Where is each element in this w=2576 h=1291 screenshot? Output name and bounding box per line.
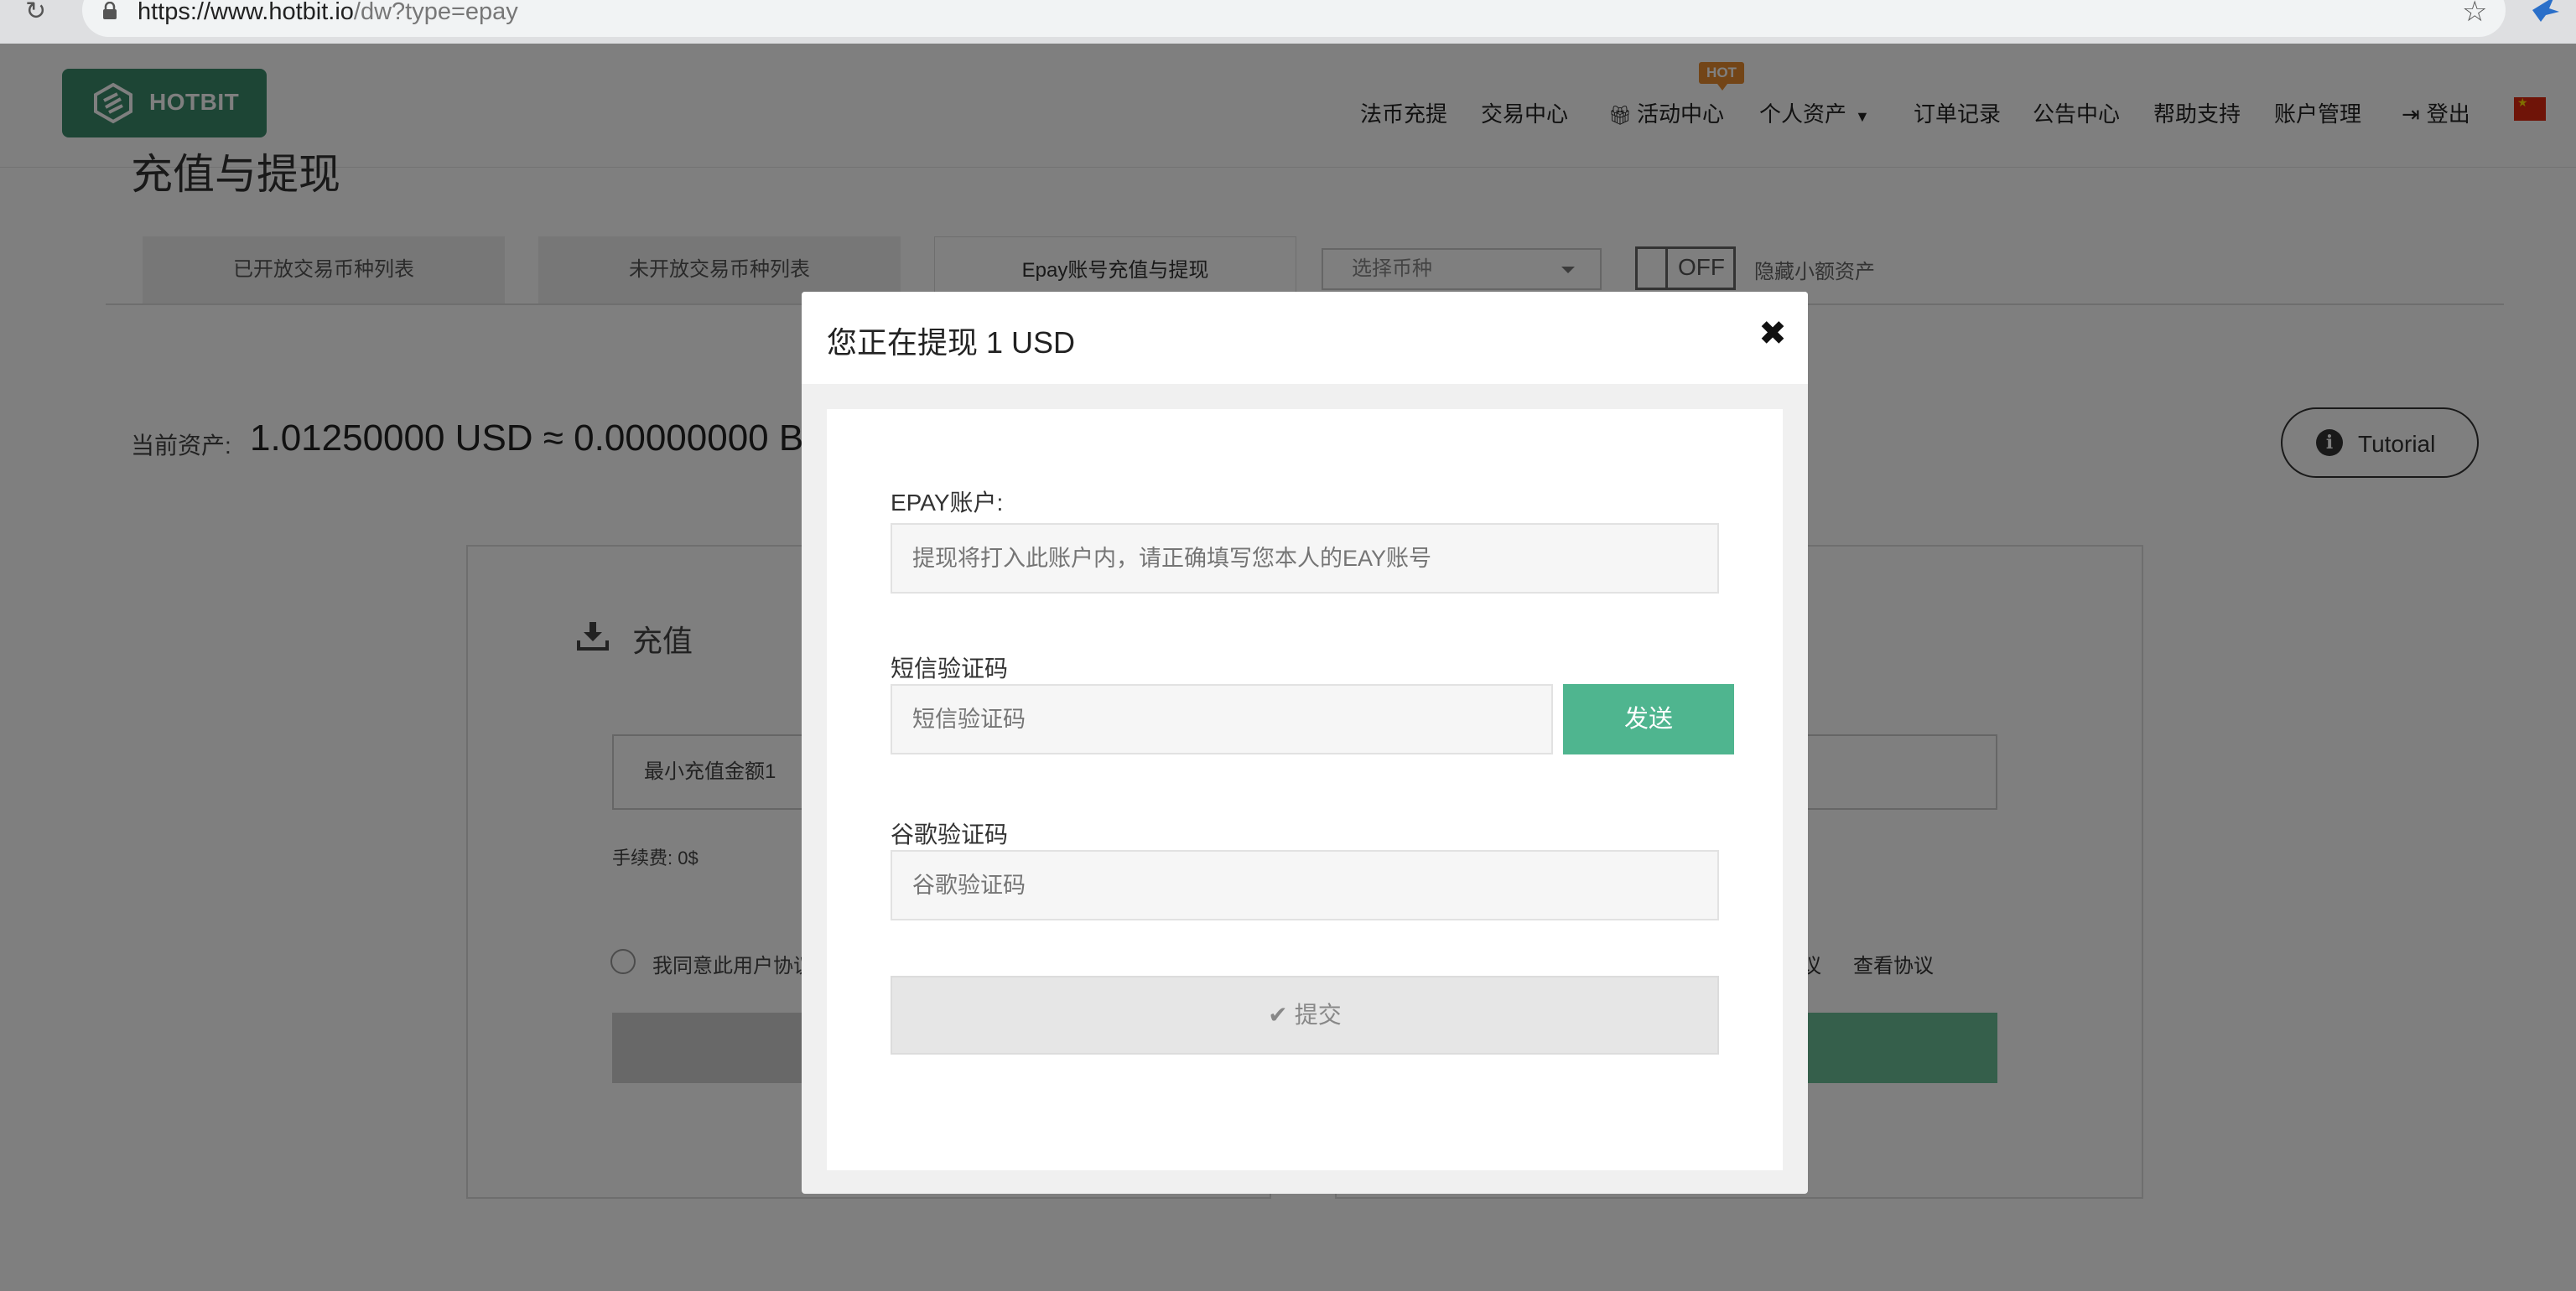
modal-header: 您正在提现 1 USD ✖	[802, 292, 1808, 384]
google-code-input[interactable]	[891, 850, 1719, 920]
sms-code-label: 短信验证码	[891, 656, 1009, 682]
url-host: https://www.hotbit.io	[138, 0, 354, 25]
bookmark-star-icon[interactable]: ☆	[2462, 0, 2487, 29]
reload-icon[interactable]: ↻	[25, 0, 59, 25]
submit-label: 提交	[1294, 1002, 1342, 1028]
modal-body: EPAY账户: 短信验证码 发送 谷歌验证码 ✔提交	[827, 409, 1783, 1170]
epay-account-input[interactable]	[891, 523, 1719, 594]
submit-button[interactable]: ✔ 提交	[891, 976, 1719, 1055]
browser-address-bar: ↻ https://www.hotbit.io/dw?type=epay ☆	[0, 0, 2576, 44]
url-path: /dw?type=epay	[353, 0, 518, 25]
epay-account-label: EPAY账户:	[891, 490, 1004, 516]
sms-code-input[interactable]	[891, 684, 1553, 754]
withdraw-modal: 您正在提现 1 USD ✖ EPAY账户: 短信验证码 发送 谷歌验证码 ✔提交	[802, 292, 1808, 1194]
close-icon[interactable]: ✖	[1756, 317, 1789, 350]
lock-icon	[103, 2, 117, 19]
bird-extension-icon[interactable]	[2529, 0, 2563, 23]
google-code-label: 谷歌验证码	[891, 822, 1009, 848]
url-text[interactable]: https://www.hotbit.io/dw?type=epay	[138, 0, 518, 25]
send-sms-button[interactable]: 发送	[1563, 684, 1734, 754]
modal-title: 您正在提现 1 USD	[827, 325, 1076, 360]
check-icon: ✔	[1268, 1002, 1288, 1028]
